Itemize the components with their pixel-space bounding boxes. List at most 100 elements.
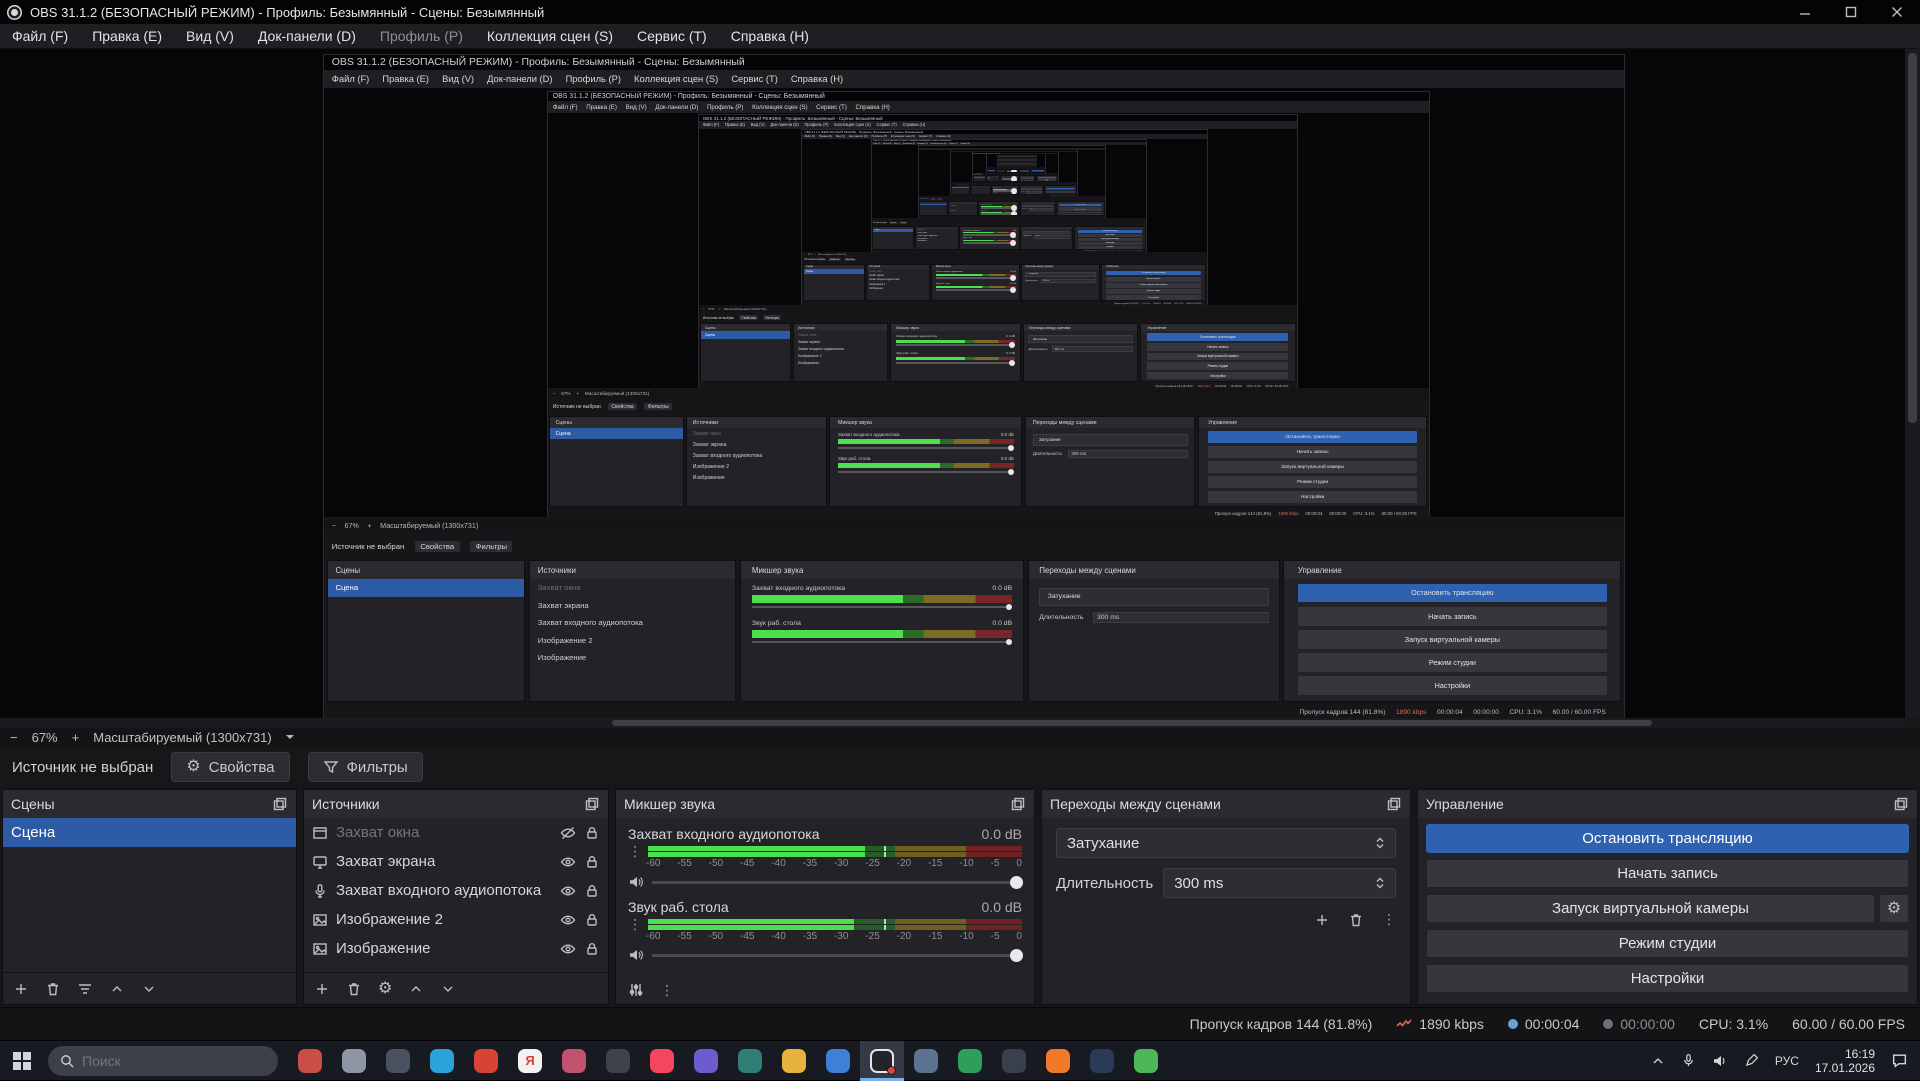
settings-button[interactable]: Настройки [1426, 964, 1909, 993]
taskbar-app-firefox-icon[interactable] [1036, 1041, 1080, 1081]
taskbar-app-app-graphite-icon[interactable] [596, 1041, 640, 1081]
menu-item-scene-collection[interactable]: Коллекция сцен (S) [475, 24, 625, 49]
move-scene-up-button chevron-up-icon[interactable] [109, 981, 125, 997]
virtual-camera-button[interactable]: Запуск виртуальной камеры [1426, 894, 1875, 923]
dock-popout-icon[interactable] [584, 796, 600, 812]
speaker-icon[interactable] [628, 947, 644, 963]
mixer-options-button kebab-icon[interactable]: ⋮ [660, 983, 674, 997]
add-source-button plus-icon[interactable] [314, 981, 330, 997]
taskbar-app-obs-icon[interactable] [860, 1041, 904, 1081]
language-indicator[interactable]: РУС [1775, 1054, 1799, 1068]
taskbar-app-mail-icon[interactable] [992, 1041, 1036, 1081]
add-transition-button plus-icon[interactable] [1314, 912, 1330, 928]
tray-expand-icon chevron-up-icon[interactable] [1651, 1054, 1665, 1068]
source-lock-toggle lock-icon[interactable] [584, 941, 600, 957]
taskbar-clock[interactable]: 16:19 17.01.2026 [1815, 1047, 1875, 1075]
source-item[interactable]: Захват экрана [304, 847, 608, 876]
zoom-out-button[interactable]: − [10, 730, 18, 745]
source-visibility-toggle eye-icon[interactable] [560, 883, 576, 899]
taskbar-app-yandex-browser-icon[interactable] [464, 1041, 508, 1081]
taskbar-app-widgets-icon[interactable] [376, 1041, 420, 1081]
taskbar-app-explorer-icon[interactable] [772, 1041, 816, 1081]
menu-item-file[interactable]: Файл (F) [0, 24, 80, 49]
channel-options-button kebab-icon[interactable]: ⋮ [628, 917, 642, 931]
channel-options-button kebab-icon[interactable]: ⋮ [628, 844, 642, 858]
move-source-up-button chevron-up-icon[interactable] [408, 981, 424, 997]
pen-icon[interactable] [1744, 1053, 1759, 1068]
taskbar-app-game-icon[interactable] [288, 1041, 332, 1081]
scrollbar-thumb[interactable] [612, 720, 1652, 726]
taskbar-app-app-rose-icon[interactable] [552, 1041, 596, 1081]
scene-filters-button filter-icon[interactable] [77, 981, 93, 997]
dock-popout-icon[interactable] [1386, 796, 1402, 812]
add-scene-button plus-icon[interactable] [13, 981, 29, 997]
scrollbar-thumb[interactable] [1908, 53, 1917, 423]
advanced-audio-button sliders-icon[interactable] [628, 982, 644, 998]
source-lock-toggle lock-icon[interactable] [584, 912, 600, 928]
minimize-button[interactable] [1782, 0, 1828, 24]
taskbar-search[interactable] [48, 1046, 278, 1076]
dock-popout-icon[interactable] [1893, 796, 1909, 812]
source-lock-toggle lock-icon[interactable] [584, 854, 600, 870]
taskbar-app-photoshop-icon[interactable] [1080, 1041, 1124, 1081]
duration-input[interactable]: 300 ms [1163, 868, 1396, 898]
taskbar-app-yandex-icon[interactable]: Я [508, 1041, 552, 1081]
chevron-down-icon[interactable] [286, 735, 294, 743]
record-toggle-button[interactable]: Начать запись [1426, 859, 1909, 888]
spinner-arrows-icon[interactable] [1375, 876, 1385, 890]
notifications-icon[interactable] [1891, 1052, 1908, 1069]
scale-mode-dropdown[interactable]: Масштабируемый (1300x731) [93, 730, 271, 745]
taskbar-app-app-green-icon[interactable] [1124, 1041, 1168, 1081]
menu-item-view[interactable]: Вид (V) [174, 24, 246, 49]
source-item[interactable]: Изображение 2 [304, 905, 608, 934]
source-visibility-toggle eye-icon[interactable] [560, 912, 576, 928]
preview-vertical-scrollbar[interactable] [1905, 49, 1920, 718]
slider-track[interactable] [652, 881, 1022, 884]
source-properties-button gear-icon[interactable]: ⚙ [378, 981, 392, 997]
source-item[interactable]: Изображение [304, 934, 608, 963]
stream-toggle-button[interactable]: Остановить трансляцию [1426, 824, 1909, 853]
source-visibility-toggle eye-icon[interactable] [560, 941, 576, 957]
search-input[interactable] [82, 1053, 232, 1069]
speaker-icon[interactable] [628, 874, 644, 890]
taskbar-app-dev-tool-icon[interactable] [728, 1041, 772, 1081]
volume-icon[interactable] [1712, 1053, 1728, 1069]
remove-transition-button trash-icon[interactable] [1348, 912, 1364, 928]
dock-popout-icon[interactable] [1010, 796, 1026, 812]
move-source-down-button chevron-down-icon[interactable] [440, 981, 456, 997]
source-visibility-toggle eye-icon[interactable] [560, 854, 576, 870]
transition-options-button kebab-icon[interactable]: ⋮ [1382, 912, 1396, 928]
zoom-in-button[interactable]: + [72, 730, 80, 745]
taskbar-app-telegram-icon[interactable] [420, 1041, 464, 1081]
source-item[interactable]: Захват входного аудиопотока [304, 876, 608, 905]
slider-track[interactable] [652, 954, 1022, 957]
taskbar-app-notepad-icon[interactable] [904, 1041, 948, 1081]
source-lock-toggle lock-icon[interactable] [584, 825, 600, 841]
taskbar-app-yandex-music-icon[interactable] [640, 1041, 684, 1081]
dock-popout-icon[interactable] [272, 796, 288, 812]
close-button[interactable] [1874, 0, 1920, 24]
remove-source-button trash-icon[interactable] [346, 981, 362, 997]
menu-item-edit[interactable]: Правка (E) [80, 24, 174, 49]
filters-button[interactable]: Фильтры [308, 752, 423, 782]
source-lock-toggle lock-icon[interactable] [584, 883, 600, 899]
start-button[interactable] [0, 1041, 44, 1081]
source-item[interactable]: Захват окна [304, 818, 608, 847]
menu-item-profile[interactable]: Профиль (P) [368, 24, 475, 49]
move-scene-down-button chevron-down-icon[interactable] [141, 981, 157, 997]
maximize-button[interactable] [1828, 0, 1874, 24]
menu-item-help[interactable]: Справка (H) [719, 24, 821, 49]
remove-scene-button trash-icon[interactable] [45, 981, 61, 997]
taskbar-app-app-azure-icon[interactable] [816, 1041, 860, 1081]
mic-icon[interactable] [1681, 1053, 1696, 1068]
taskbar-app-excel-icon[interactable] [948, 1041, 992, 1081]
slider-handle[interactable] [1010, 949, 1023, 962]
virtual-camera-settings-button[interactable]: ⚙ [1879, 894, 1909, 923]
preview-horizontal-scrollbar[interactable] [0, 718, 1905, 728]
taskbar-app-browser-icon[interactable] [332, 1041, 376, 1081]
volume-slider[interactable] [628, 944, 1022, 966]
menu-item-docks[interactable]: Док-панели (D) [246, 24, 368, 49]
menu-item-tools[interactable]: Сервис (T) [625, 24, 719, 49]
transition-select[interactable]: Затухание [1056, 828, 1396, 858]
properties-button[interactable]: ⚙ Свойства [171, 752, 289, 782]
